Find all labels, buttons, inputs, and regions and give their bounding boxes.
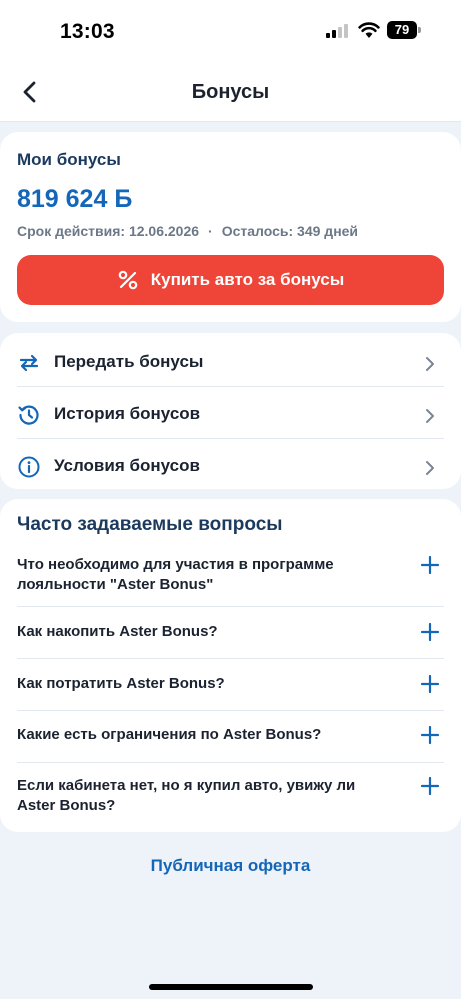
chevron-right-icon [426,409,434,423]
faq-item-how-to-spend[interactable]: Как потратить Aster Bonus? [0,659,461,710]
days-remaining: Осталось: 349 дней [221,223,359,239]
bonus-balance: 819 624 Б [17,185,133,213]
menu-item-transfer-bonuses[interactable]: Передать бонусы [0,335,461,387]
status-time: 13:03 [60,20,115,43]
faq-question: Какие есть ограничения по Aster Bonus? [17,726,322,743]
faq-card: Часто задаваемые вопросы Что необходимо … [0,499,461,832]
my-bonuses-title: Мои бонусы [17,150,121,169]
expiry-date: Срок действия: 12.06.2026 [17,223,200,239]
faq-item-no-account[interactable]: Если кабинета нет, но я купил авто, увиж… [0,763,461,827]
status-bar: 13:03 79 [0,0,461,62]
plus-icon [420,674,440,694]
menu-item-label: История бонусов [54,404,201,423]
percent-icon [118,270,138,290]
faq-item-limitations[interactable]: Какие есть ограничения по Aster Bonus? [0,711,461,762]
faq-title: Часто задаваемые вопросы [17,514,283,535]
buy-car-with-bonuses-button[interactable]: Купить авто за бонусы [17,255,444,305]
my-bonuses-card: Мои бонусы 819 624 Б Срок действия: 12.0… [0,132,461,322]
nav-header: Бонусы [0,62,461,122]
plus-icon [420,725,440,745]
home-indicator [149,984,313,990]
faq-item-participation[interactable]: Что необходимо для участия в программе л… [0,551,461,606]
faq-question: Как потратить Aster Bonus? [17,675,225,692]
menu-item-label: Передать бонусы [54,352,204,371]
faq-question: Что необходимо для участия в программе л… [17,556,334,593]
faq-item-how-to-earn[interactable]: Как накопить Aster Bonus? [0,607,461,658]
meta-separator: · [208,223,213,239]
battery-level: 79 [387,21,417,39]
menu-item-bonus-terms[interactable]: Условия бонусов [0,439,461,491]
cellular-signal-icon [326,24,350,38]
menu-item-bonus-history[interactable]: История бонусов [0,387,461,439]
bonus-actions-menu: Передать бонусы История бонусов Условия … [0,333,461,489]
transfer-arrows-icon [19,354,39,372]
chevron-right-icon [426,357,434,371]
page-title: Бонусы [191,81,270,103]
bonus-expiry-info: Срок действия: 12.06.2026 · Осталось: 349 … [17,223,358,239]
battery-icon: 79 [387,21,421,39]
plus-icon [420,776,440,796]
public-offer-link[interactable]: Публичная оферта [0,856,461,876]
faq-question: Как накопить Aster Bonus? [17,623,218,640]
menu-item-label: Условия бонусов [54,456,200,475]
buy-button-label: Купить авто за бонусы [150,270,345,289]
plus-icon [420,622,440,642]
faq-question: Если кабинета нет, но я купил авто, увиж… [17,777,356,814]
plus-icon [420,555,440,575]
chevron-right-icon [426,461,434,475]
history-clock-icon [18,405,39,425]
info-circle-icon [18,456,40,478]
wifi-icon [358,22,380,38]
